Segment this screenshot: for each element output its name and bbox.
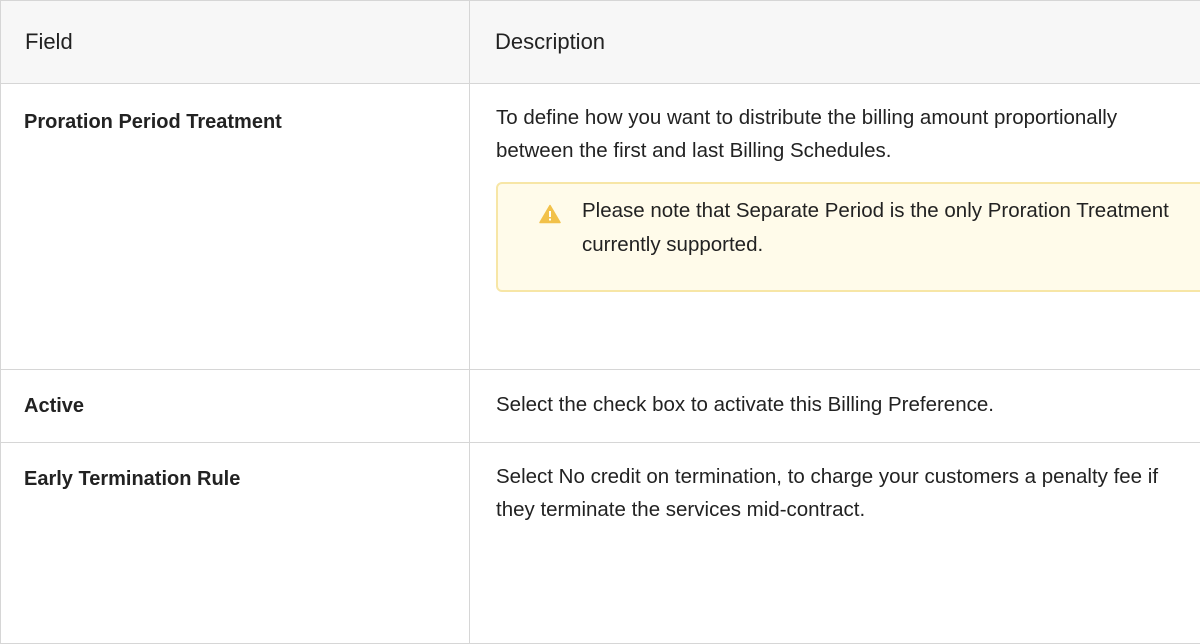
- field-description-table: Field Description Proration Period Treat…: [0, 0, 1200, 644]
- field-description: Select the check box to activate this Bi…: [470, 370, 1200, 421]
- description-cell: Select the check box to activate this Bi…: [470, 370, 1200, 443]
- column-header-field: Field: [1, 1, 470, 84]
- table-row: Active Select the check box to activate …: [1, 370, 1200, 443]
- field-description: Select No credit on termination, to char…: [470, 443, 1200, 526]
- warning-icon: [539, 204, 561, 224]
- column-header-description: Description: [470, 1, 1200, 84]
- field-cell: Proration Period Treatment: [1, 84, 470, 370]
- field-cell: Active: [1, 370, 470, 443]
- warning-note: Please note that Separate Period is the …: [496, 182, 1200, 292]
- field-name: Proration Period Treatment: [1, 84, 469, 134]
- field-name: Active: [1, 370, 469, 418]
- description-cell: To define how you want to distribute the…: [470, 84, 1200, 370]
- field-cell: Early Termination Rule: [1, 443, 470, 644]
- table-row: Proration Period Treatment To define how…: [1, 84, 1200, 370]
- description-cell: Select No credit on termination, to char…: [470, 443, 1200, 644]
- field-name: Early Termination Rule: [1, 443, 469, 491]
- warning-note-text: Please note that Separate Period is the …: [582, 194, 1200, 262]
- field-description: To define how you want to distribute the…: [470, 84, 1200, 167]
- table-row: Early Termination Rule Select No credit …: [1, 443, 1200, 644]
- table-header-row: Field Description: [1, 1, 1200, 84]
